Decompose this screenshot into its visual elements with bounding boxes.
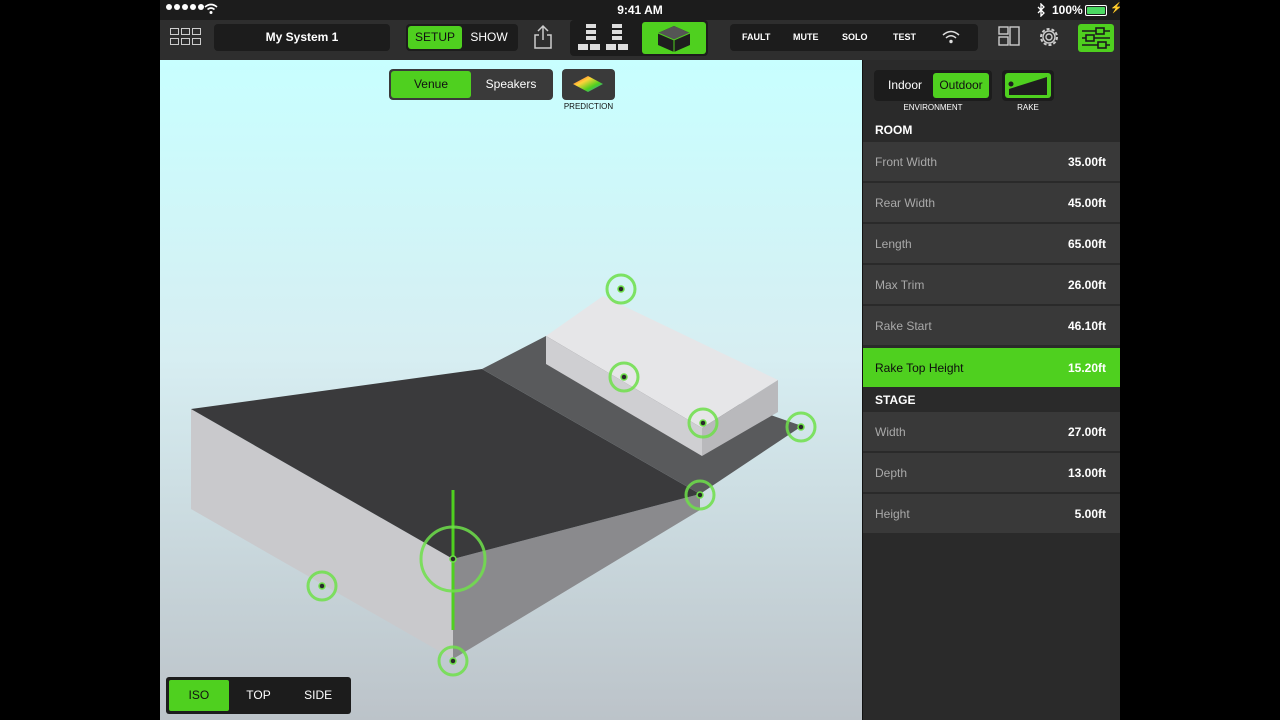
iso-view-button[interactable]: ISO xyxy=(169,680,229,711)
letterbox-right xyxy=(1120,0,1280,720)
venue-3d-viewport[interactable]: Venue Speakers PREDICTION ISO TOP SIDE xyxy=(160,60,862,720)
mode-segment: SETUP SHOW xyxy=(406,24,518,51)
prediction-heatmap-icon xyxy=(573,76,603,92)
status-bar: 9:41 AM 100% ⚡ xyxy=(160,0,1120,20)
sliders-icon xyxy=(1082,27,1110,49)
clock: 9:41 AM xyxy=(617,3,663,17)
view-angle-segment: ISO TOP SIDE xyxy=(166,677,351,714)
letterbox-left xyxy=(0,0,160,720)
stage-row-width[interactable]: Width 27.00ft xyxy=(863,412,1120,452)
rake-toggle[interactable] xyxy=(1002,70,1054,101)
room-row-rake-top-height[interactable]: Rake Top Height 15.20ft xyxy=(863,348,1120,388)
3d-view-button[interactable] xyxy=(642,22,706,54)
solo-flag[interactable]: SOLO xyxy=(842,24,868,51)
room-row-front-width[interactable]: Front Width 35.00ft xyxy=(863,142,1120,182)
side-view-button[interactable]: SIDE xyxy=(288,680,348,711)
charging-icon: ⚡ xyxy=(1110,3,1120,14)
setup-button[interactable]: SETUP xyxy=(408,26,462,49)
share-icon[interactable] xyxy=(532,24,554,50)
venue-tab[interactable]: Venue xyxy=(391,71,471,98)
prediction-button[interactable] xyxy=(562,69,615,100)
rake-icon xyxy=(1008,77,1047,95)
battery-icon xyxy=(1085,5,1107,16)
gear-icon[interactable] xyxy=(1036,24,1062,50)
3d-cube-icon xyxy=(657,26,691,52)
mixer-button[interactable] xyxy=(1078,24,1114,52)
room-row-rear-width[interactable]: Rear Width 45.00ft xyxy=(863,183,1120,223)
view-mode-group xyxy=(570,20,708,56)
speakers-tab[interactable]: Speakers xyxy=(471,71,551,98)
show-button[interactable]: SHOW xyxy=(462,26,516,49)
layout-icon[interactable] xyxy=(998,26,1020,46)
environment-segment: Indoor Outdoor xyxy=(874,70,992,101)
room-row-rake-start[interactable]: Rake Start 46.10ft xyxy=(863,306,1120,346)
network-icon[interactable] xyxy=(942,30,960,44)
speaker-array-icon[interactable] xyxy=(574,22,634,54)
battery-percent: 100% xyxy=(1052,3,1083,17)
fault-flag[interactable]: FAULT xyxy=(742,24,770,51)
top-view-button[interactable]: TOP xyxy=(229,680,289,711)
outdoor-option[interactable]: Outdoor xyxy=(933,73,989,98)
venue-speakers-segment: Venue Speakers xyxy=(389,69,553,100)
test-flag[interactable]: TEST xyxy=(893,24,916,51)
room-section-title: ROOM xyxy=(863,118,1120,142)
system-name-field[interactable]: My System 1 xyxy=(214,24,390,51)
venue-model xyxy=(191,273,817,677)
stage-section-title: STAGE xyxy=(863,388,1120,412)
top-toolbar: My System 1 SETUP SHOW FAULT MUTE SOLO T… xyxy=(160,20,1120,60)
bluetooth-icon xyxy=(1037,3,1045,17)
stage-row-height[interactable]: Height 5.00ft xyxy=(863,494,1120,534)
app-frame: 9:41 AM 100% ⚡ My System 1 SETUP SHOW FA… xyxy=(160,0,1120,720)
rake-label: RAKE xyxy=(1017,103,1039,112)
environment-label: ENVIRONMENT xyxy=(903,103,963,112)
stage-row-depth[interactable]: Depth 13.00ft xyxy=(863,453,1120,493)
room-row-max-trim[interactable]: Max Trim 26.00ft xyxy=(863,265,1120,305)
prediction-label: PREDICTION xyxy=(563,102,614,111)
mute-flag[interactable]: MUTE xyxy=(793,24,819,51)
venue-properties-panel: Indoor Outdoor ENVIRONMENT RAKE ROOM Fro… xyxy=(862,60,1120,720)
grid-menu-icon[interactable] xyxy=(170,28,202,46)
status-flags: FAULT MUTE SOLO TEST xyxy=(730,24,978,51)
indoor-option[interactable]: Indoor xyxy=(877,73,933,98)
room-row-length[interactable]: Length 65.00ft xyxy=(863,224,1120,264)
